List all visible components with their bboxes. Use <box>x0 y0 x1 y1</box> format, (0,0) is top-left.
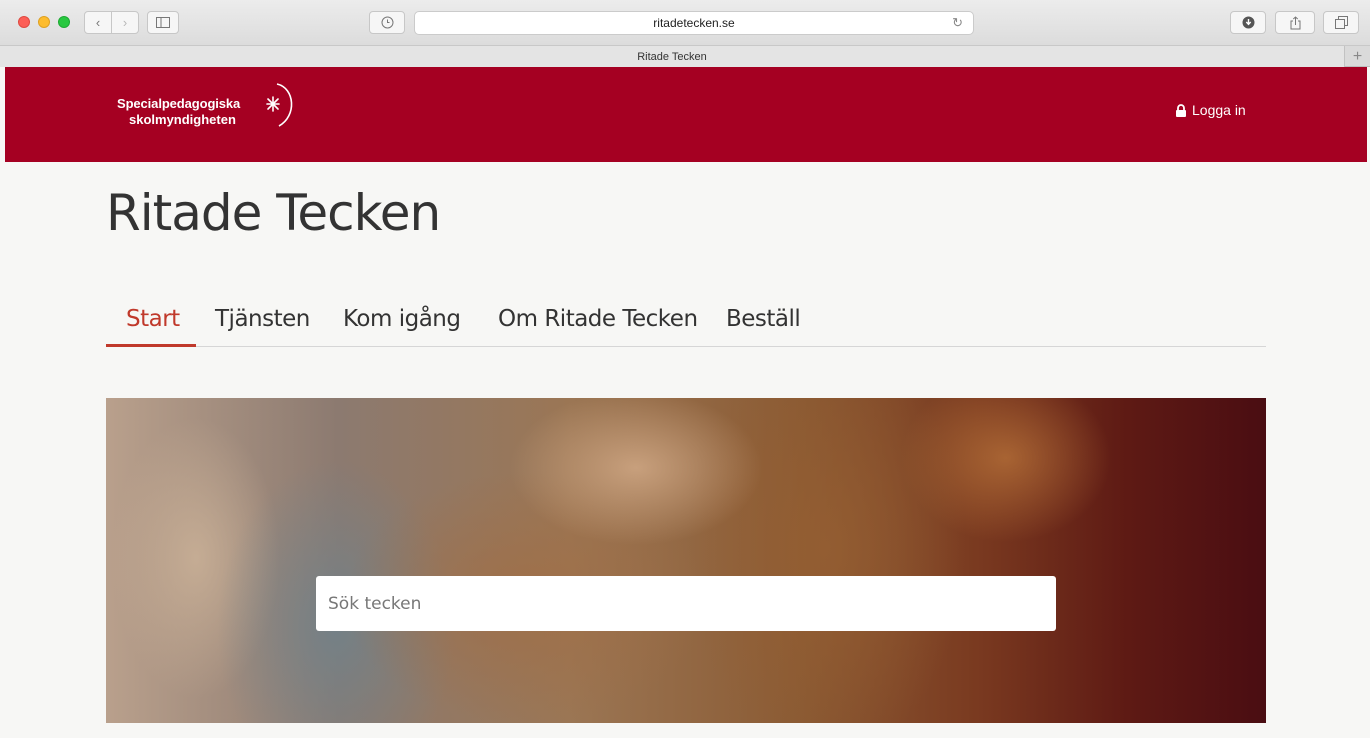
logo-star-icon <box>266 83 293 127</box>
nav-item-tjansten[interactable]: Tjänsten <box>215 306 310 332</box>
close-window-button[interactable] <box>18 16 30 28</box>
share-button[interactable] <box>1275 11 1315 34</box>
chevron-left-icon: ‹ <box>95 15 101 30</box>
logo-text-line2: skolmyndigheten <box>129 112 236 127</box>
browser-tab[interactable]: Ritade Tecken <box>0 46 1345 67</box>
lock-icon <box>1176 103 1186 117</box>
login-link[interactable]: Logga in <box>1175 102 1246 118</box>
new-tab-button[interactable]: + <box>1345 46 1370 67</box>
history-button[interactable] <box>369 11 405 34</box>
sidebar-toggle-button[interactable] <box>147 11 179 34</box>
share-icon <box>1290 15 1300 29</box>
url-text: ritadetecken.se <box>653 16 735 30</box>
minimize-window-button[interactable] <box>38 16 50 28</box>
logo-text-line1: Specialpedagogiska <box>117 96 241 111</box>
browser-tabbar: Ritade Tecken + <box>0 46 1370 67</box>
nav-item-bestall[interactable]: Beställ <box>726 306 801 332</box>
maximize-window-button[interactable] <box>58 16 70 28</box>
chevron-right-icon: › <box>122 15 128 30</box>
browser-titlebar: ‹ › ritadetecken.se ↻ <box>0 0 1370 46</box>
sidebar-icon <box>156 17 170 28</box>
tab-title: Ritade Tecken <box>637 50 707 63</box>
download-icon <box>1242 16 1254 29</box>
search-box <box>316 576 1056 631</box>
reload-icon[interactable]: ↻ <box>952 15 963 31</box>
show-tabs-button[interactable] <box>1323 11 1359 34</box>
tabs-icon <box>1334 16 1348 29</box>
clock-icon <box>381 16 393 29</box>
nav-item-om-ritade-tecken[interactable]: Om Ritade Tecken <box>498 306 698 332</box>
login-label: Logga in <box>1192 102 1246 118</box>
downloads-button[interactable] <box>1230 11 1266 34</box>
nav-item-start[interactable]: Start <box>126 306 180 332</box>
active-tab-indicator <box>106 344 196 347</box>
page-title: Ritade Tecken <box>106 184 441 242</box>
forward-button[interactable]: › <box>111 11 139 34</box>
back-button[interactable]: ‹ <box>84 11 112 34</box>
address-bar[interactable]: ritadetecken.se ↻ <box>414 11 974 35</box>
hero-image <box>106 398 1266 723</box>
search-input[interactable] <box>316 576 1056 631</box>
main-nav: Start Tjänsten Kom igång Om Ritade Tecke… <box>106 302 1266 347</box>
nav-item-kom-igang[interactable]: Kom igång <box>343 306 461 332</box>
